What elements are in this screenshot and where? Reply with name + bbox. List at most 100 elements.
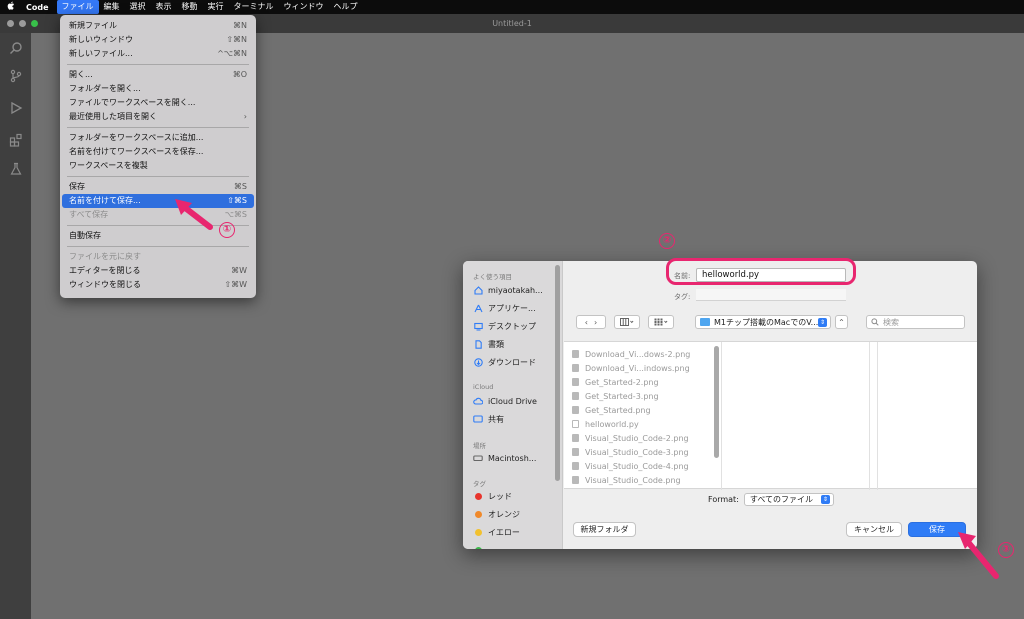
sidebar-item-macintosh-hd[interactable]: Macintosh... xyxy=(473,451,555,465)
search-field[interactable]: 検索 xyxy=(866,315,965,329)
locations-header: 場所 xyxy=(473,442,486,450)
format-dropdown[interactable]: すべてのファイル ⇕ xyxy=(743,493,834,506)
sidebar-item-downloads[interactable]: ダウンロード xyxy=(473,355,555,369)
menu-selection[interactable]: 選択 xyxy=(125,0,151,14)
zoom-window-button[interactable] xyxy=(31,20,38,27)
menu-file[interactable]: ファイル xyxy=(56,0,99,14)
menu-item-close-editor[interactable]: エディターを閉じる ⌘W xyxy=(60,264,256,278)
file-item[interactable]: Visual_Studio_Code.png xyxy=(572,473,681,487)
cloud-icon xyxy=(473,396,483,406)
tags-input[interactable] xyxy=(696,289,846,301)
collapse-button[interactable]: ⌃ xyxy=(835,315,848,329)
sidebar-tag-green-partial[interactable] xyxy=(473,543,555,549)
menu-item-save[interactable]: 保存 ⌘S xyxy=(60,180,256,194)
image-file-icon xyxy=(572,378,579,386)
close-window-button[interactable] xyxy=(7,20,14,27)
menu-window[interactable]: ウィンドウ xyxy=(279,0,329,14)
menu-item-close-window[interactable]: ウィンドウを閉じる ⇧⌘W xyxy=(60,278,256,292)
orange-tag-dot-icon xyxy=(474,510,482,518)
column-divider[interactable] xyxy=(869,342,870,490)
tags-header: タグ xyxy=(473,480,486,488)
menu-terminal[interactable]: ターミナル xyxy=(229,0,279,14)
menu-item-revert-file[interactable]: ファイルを元に戻す xyxy=(60,250,256,264)
menu-go[interactable]: 移動 xyxy=(177,0,203,14)
location-stepper-icon: ⇕ xyxy=(818,318,827,327)
source-control-icon[interactable] xyxy=(7,67,24,84)
explorer-search-icon[interactable] xyxy=(7,39,24,56)
step-1-marker: ① xyxy=(219,222,235,238)
back-forward-buttons[interactable]: ‹ › xyxy=(576,315,606,329)
image-file-icon xyxy=(572,448,579,456)
menu-item-open-recent[interactable]: 最近使用した項目を開く › xyxy=(60,110,256,124)
menu-item-open-workspace[interactable]: ファイルでワークスペースを開く... xyxy=(60,96,256,110)
document-icon xyxy=(473,339,483,349)
file-item[interactable]: Visual_Studio_Code-3.png xyxy=(572,445,689,459)
menu-item-new-file-ellipsis[interactable]: 新しいファイル... ^⌥⌘N xyxy=(60,47,256,61)
red-tag-dot-icon xyxy=(474,492,482,500)
cancel-button[interactable]: キャンセル xyxy=(846,522,902,537)
column-divider[interactable] xyxy=(721,342,722,490)
step-3-arrow xyxy=(958,532,999,579)
sidebar-scrollbar[interactable] xyxy=(555,265,560,481)
sidebar-item-home[interactable]: miyaotakah... xyxy=(473,283,555,297)
file-item[interactable]: Get_Started.png xyxy=(572,403,651,417)
file-item[interactable]: Download_Vi...dows-2.png xyxy=(572,347,690,361)
extensions-icon[interactable] xyxy=(7,131,24,148)
menu-help[interactable]: ヘルプ xyxy=(329,0,363,14)
sidebar-tag-orange[interactable]: オレンジ xyxy=(473,507,555,521)
favorites-header: よく使う項目 xyxy=(473,273,512,281)
icloud-header: iCloud xyxy=(473,383,494,391)
chevron-left-icon[interactable]: ‹ xyxy=(585,318,588,327)
run-debug-icon[interactable] xyxy=(7,99,24,116)
file-item[interactable]: Get_Started-2.png xyxy=(572,375,659,389)
column-divider[interactable] xyxy=(877,342,878,490)
testing-flask-icon[interactable] xyxy=(7,160,24,177)
minimize-window-button[interactable] xyxy=(19,20,26,27)
file-item[interactable]: Visual_Studio_Code-2.png xyxy=(572,431,689,445)
menu-item-open[interactable]: 開く... ⌘O xyxy=(60,68,256,82)
menu-item-save-as[interactable]: 名前を付けて保存... ⇧⌘S xyxy=(62,194,254,208)
app-menu-code[interactable]: Code xyxy=(22,3,57,12)
file-item[interactable]: helloworld.py xyxy=(572,417,639,431)
sidebar-item-shared[interactable]: 共有 xyxy=(473,412,555,426)
new-folder-button[interactable]: 新規フォルダ xyxy=(573,522,636,537)
filename-highlight-oval xyxy=(666,258,856,285)
activity-bar xyxy=(0,33,31,619)
menu-run[interactable]: 実行 xyxy=(203,0,229,14)
image-file-icon xyxy=(572,364,579,372)
menu-separator xyxy=(67,246,249,247)
sidebar-tag-red[interactable]: レッド xyxy=(473,489,555,503)
menu-item-open-folder[interactable]: フォルダーを開く... xyxy=(60,82,256,96)
menu-item-new-window[interactable]: 新しいウィンドウ ⇧⌘N xyxy=(60,33,256,47)
file-item[interactable]: Get_Started-3.png xyxy=(572,389,659,403)
folder-icon xyxy=(700,318,710,326)
home-icon xyxy=(473,285,483,295)
sidebar-item-documents[interactable]: 書類 xyxy=(473,337,555,351)
menu-item-save-all[interactable]: すべて保存 ⌥⌘S xyxy=(60,208,256,222)
sidebar-item-icloud-drive[interactable]: iCloud Drive xyxy=(473,394,555,408)
menu-edit[interactable]: 編集 xyxy=(99,0,125,14)
search-icon xyxy=(871,318,879,326)
menu-item-add-folder-to-workspace[interactable]: フォルダーをワークスペースに追加... xyxy=(60,131,256,145)
tag-label: タグ: xyxy=(674,293,691,301)
view-mode-button[interactable] xyxy=(614,315,640,329)
image-file-icon xyxy=(572,476,579,484)
location-dropdown[interactable]: M1チップ搭載のMacでのV... ⇕ xyxy=(695,315,831,329)
chevron-up-icon: ⌃ xyxy=(838,317,845,327)
shared-folder-icon xyxy=(473,414,483,424)
sidebar-item-applications[interactable]: アプリケー... xyxy=(473,301,555,315)
file-menu-dropdown: 新規ファイル ⌘N 新しいウィンドウ ⇧⌘N 新しいファイル... ^⌥⌘N 開く..… xyxy=(60,15,256,298)
file-item[interactable]: Download_Vi...indows.png xyxy=(572,361,690,375)
chevron-right-icon[interactable]: › xyxy=(594,318,597,327)
file-list-scrollbar[interactable] xyxy=(714,346,719,458)
apple-icon[interactable] xyxy=(0,1,22,13)
sidebar-item-desktop[interactable]: デスクトップ xyxy=(473,319,555,333)
group-by-button[interactable] xyxy=(648,315,674,329)
sidebar-tag-yellow[interactable]: イエロー xyxy=(473,525,555,539)
menu-item-duplicate-workspace[interactable]: ワークスペースを複製 xyxy=(60,159,256,173)
window-title: Untitled-1 xyxy=(492,19,532,28)
menu-item-save-workspace-as[interactable]: 名前を付けてワークスペースを保存... xyxy=(60,145,256,159)
menu-item-new-file[interactable]: 新規ファイル ⌘N xyxy=(60,19,256,33)
file-item[interactable]: Visual_Studio_Code-4.png xyxy=(572,459,689,473)
menu-view[interactable]: 表示 xyxy=(151,0,177,14)
